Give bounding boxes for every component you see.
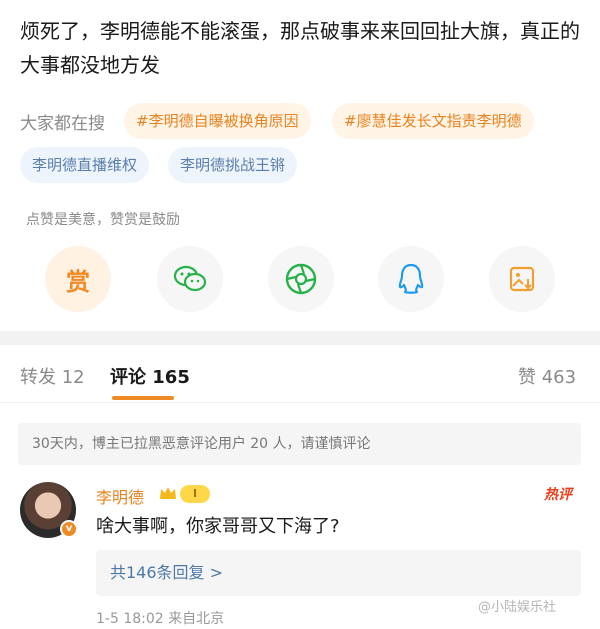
save-image-icon [509,266,535,292]
wechat-share-button[interactable] [157,246,223,312]
moments-share-button[interactable] [268,246,334,312]
qq-share-button[interactable] [378,246,444,312]
hot-search-tag[interactable]: 李明德挑战王锵 [168,147,298,183]
share-row: 赏 [0,246,600,316]
hot-search-tag[interactable]: 李明德直播维权 [20,147,150,183]
level-badge: I [180,485,210,503]
tab-repost[interactable]: 转发 12 [20,363,85,389]
tab-likes[interactable]: 赞 463 [518,363,576,389]
crown-icon [160,487,176,499]
comment-username[interactable]: 李明德 [96,484,144,508]
view-replies-link[interactable]: 共146条回复 > [96,550,581,596]
qq-icon [398,263,424,294]
verified-badge-icon: v [60,520,78,538]
comment-text: 啥大事啊，你家哥哥又下海了? [96,516,340,537]
reward-button-label: 赏 [66,267,90,296]
reward-hint: 点赞是美意，赞赏是鼓励 [26,212,180,228]
save-image-button[interactable] [489,246,555,312]
reward-button[interactable]: 赏 [45,246,111,312]
hot-comment-label: 热评 [544,487,572,503]
tab-comments[interactable]: 评论 165 [110,363,190,389]
comment-notice: 30天内，博主已拉黑恶意评论用户 20 人，请谨慎评论 [18,423,581,465]
hot-search-tag[interactable]: #廖慧佳发长文指责李明德 [332,103,534,139]
post-text: 烦死了，李明德能不能滚蛋，那点破事来来回回扯大旗，真正的大事都没地方发 [20,19,580,77]
comment-tabs: 转发 12 评论 165 赞 463 [0,345,600,403]
section-divider [0,331,600,345]
hot-search-tag[interactable]: #李明德自曝被换角原因 [124,103,311,139]
hot-search-label: 大家都在搜 [20,114,105,134]
active-tab-indicator [112,396,174,400]
moments-icon [285,263,317,295]
comment-meta: 1-5 18:02 来自北京 [96,611,225,627]
wechat-icon [173,265,207,292]
watermark: @小陆娱乐社 [478,600,557,615]
